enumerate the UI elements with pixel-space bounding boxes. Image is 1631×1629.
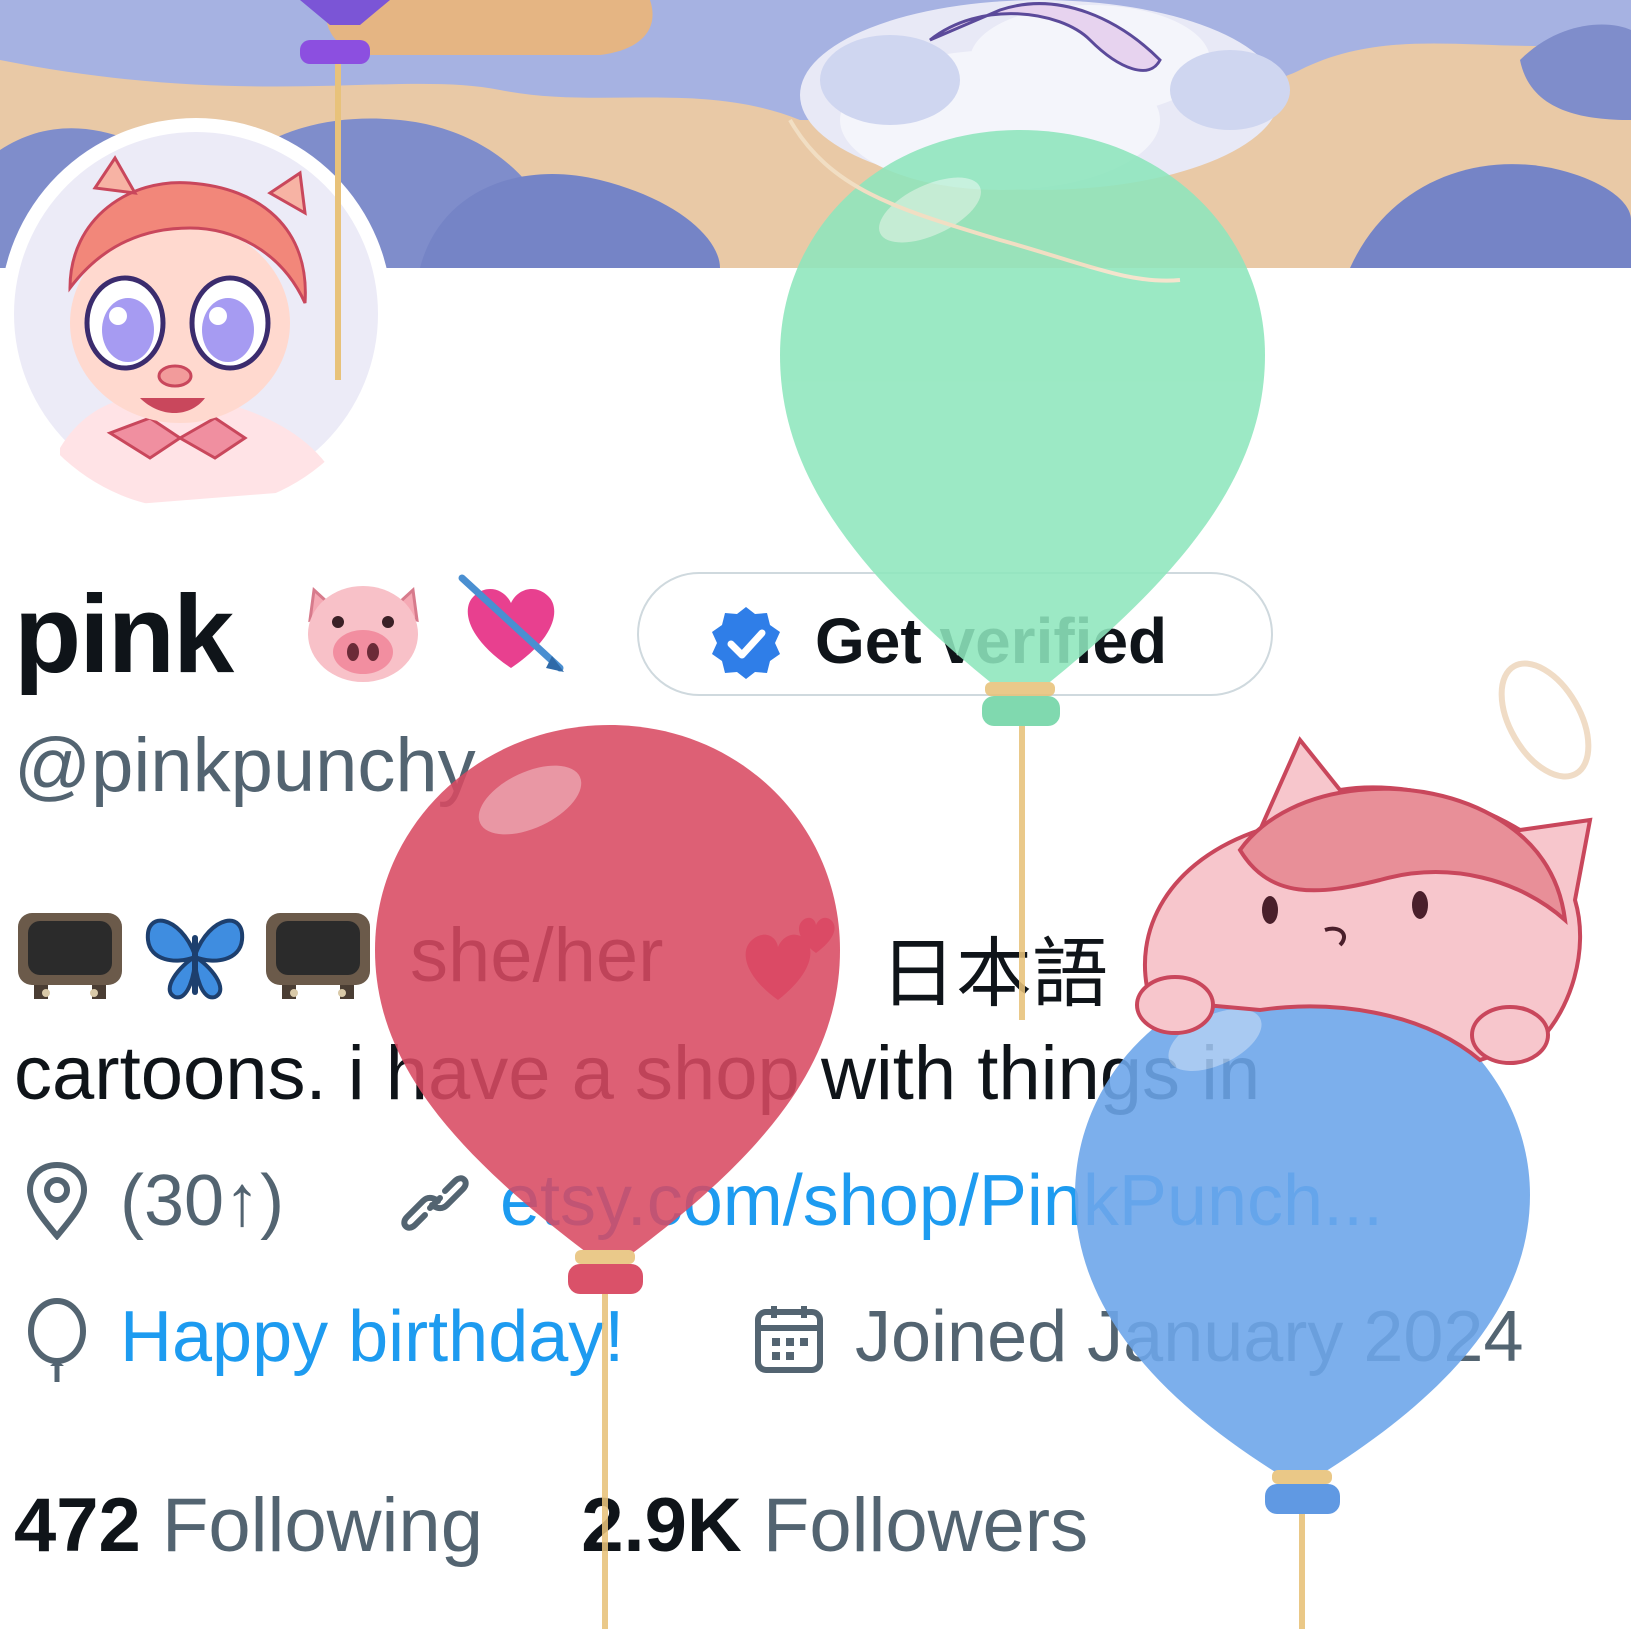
- following-count: 472: [14, 1483, 141, 1568]
- avatar-illustration: [14, 132, 378, 510]
- bio-pronouns: she/her: [410, 913, 664, 998]
- butterfly-icon: [140, 905, 250, 1010]
- bio-language: 日本語: [880, 932, 1108, 1017]
- location-pin-icon: [22, 1160, 92, 1245]
- display-name: pink: [14, 573, 234, 696]
- verified-badge-icon: [707, 604, 785, 687]
- following-link[interactable]: 472 Following: [14, 1483, 483, 1568]
- two-hearts-icon: [738, 905, 838, 1010]
- followers-count: 2.9K: [581, 1483, 742, 1568]
- avatar[interactable]: [0, 118, 392, 510]
- link-icon: [395, 1163, 475, 1248]
- following-label: Following: [161, 1483, 483, 1568]
- tv-icon: [262, 905, 374, 1010]
- pink-character-sticker: [1135, 660, 1593, 1065]
- followers-label: Followers: [762, 1483, 1089, 1568]
- heart-with-arrow-icon: [456, 568, 566, 688]
- profile-stats: 472 Following 2.9K Followers: [14, 1482, 1088, 1569]
- profile-location: (30↑): [120, 1161, 285, 1241]
- bio-line-2: cartoons. i have a shop with things in: [14, 1031, 1261, 1116]
- pig-face-icon: [296, 572, 431, 692]
- birthday-text[interactable]: Happy birthday!: [120, 1296, 624, 1378]
- tv-icon: [14, 905, 126, 1010]
- get-verified-label: Get verified: [815, 605, 1168, 677]
- profile-handle: @pinkpunchy: [14, 723, 476, 808]
- joined-date: Joined January 2024: [855, 1297, 1524, 1377]
- calendar-icon: [752, 1302, 826, 1381]
- get-verified-button[interactable]: Get verified: [637, 572, 1273, 696]
- balloon-icon: [22, 1296, 92, 1391]
- followers-link[interactable]: 2.9K Followers: [581, 1483, 1088, 1568]
- profile-website-link[interactable]: etsy.com/shop/PinkPunch...: [500, 1160, 1383, 1242]
